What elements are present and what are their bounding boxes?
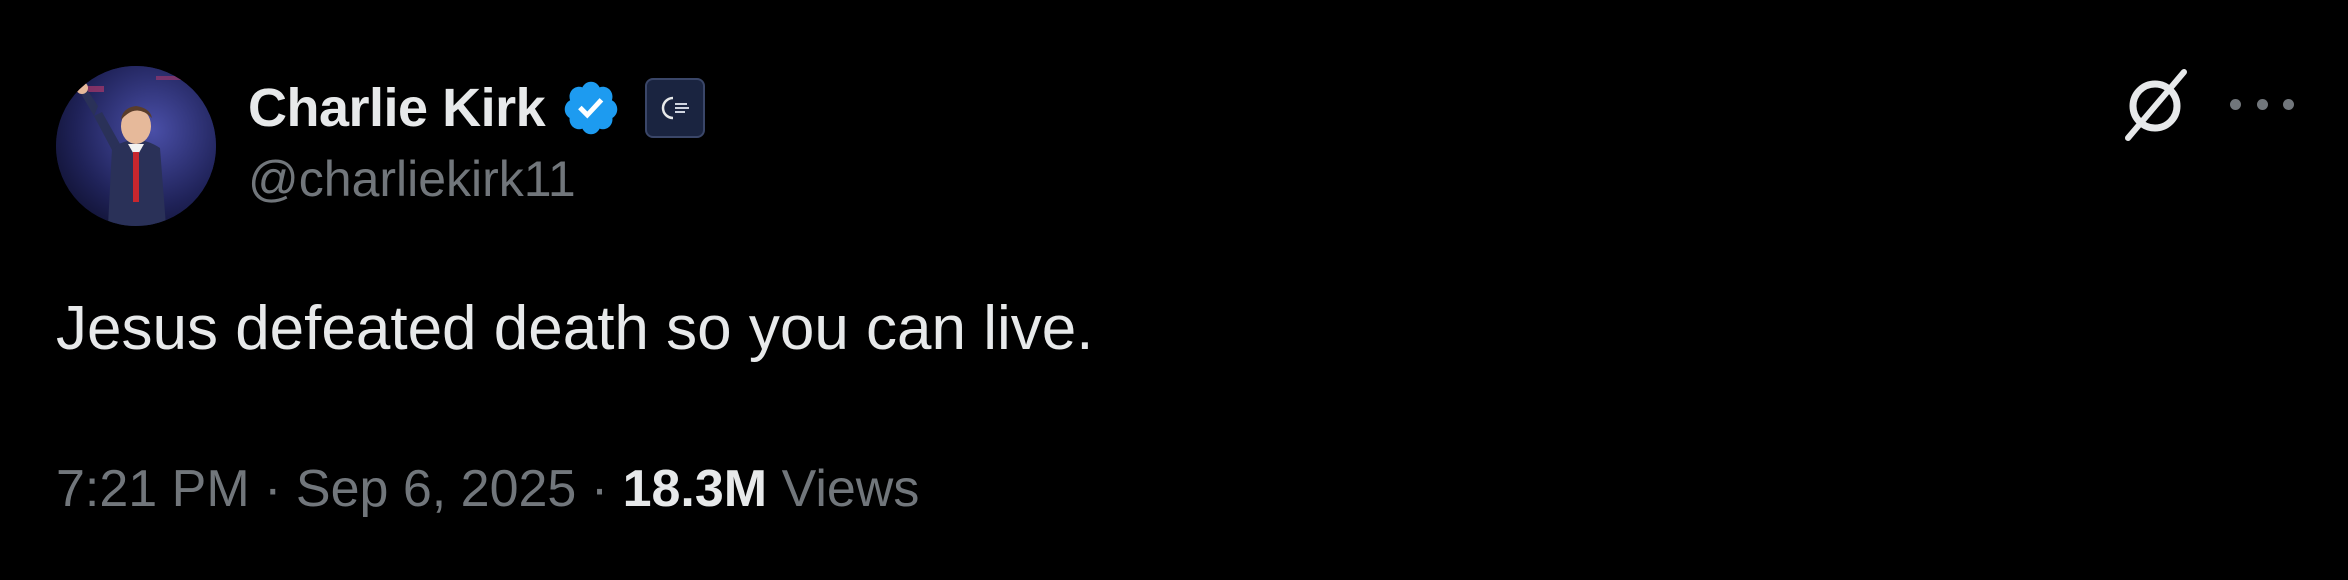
profile-photo (56, 66, 216, 226)
meta-separator: · (264, 460, 282, 518)
tweet-meta: 7:21 PM · Sep 6, 2025 · 18.3M Views (56, 458, 919, 520)
more-dot (2256, 98, 2268, 110)
author-name-row: Charlie Kirk (248, 70, 706, 146)
more-dot (2283, 98, 2294, 110)
verified-badge-icon[interactable] (559, 76, 623, 140)
author-display-name[interactable]: Charlie Kirk (248, 81, 546, 135)
affiliate-organization-icon[interactable] (645, 78, 706, 138)
grok-icon[interactable] (2118, 66, 2196, 144)
more-icon[interactable] (2230, 84, 2294, 124)
meta-separator: · (590, 460, 609, 518)
views-count[interactable]: 18.3M (623, 460, 768, 518)
tweet-time[interactable]: 7:21 PM (56, 460, 250, 518)
more-dot (2230, 98, 2241, 110)
views-label[interactable]: Views (782, 460, 920, 518)
tweet-text: Jesus defeated death so you can live. (56, 294, 1094, 363)
tweet-date[interactable]: Sep 6, 2025 (296, 460, 576, 518)
avatar[interactable] (56, 66, 216, 226)
author-handle[interactable]: @charliekirk11 (248, 152, 576, 207)
